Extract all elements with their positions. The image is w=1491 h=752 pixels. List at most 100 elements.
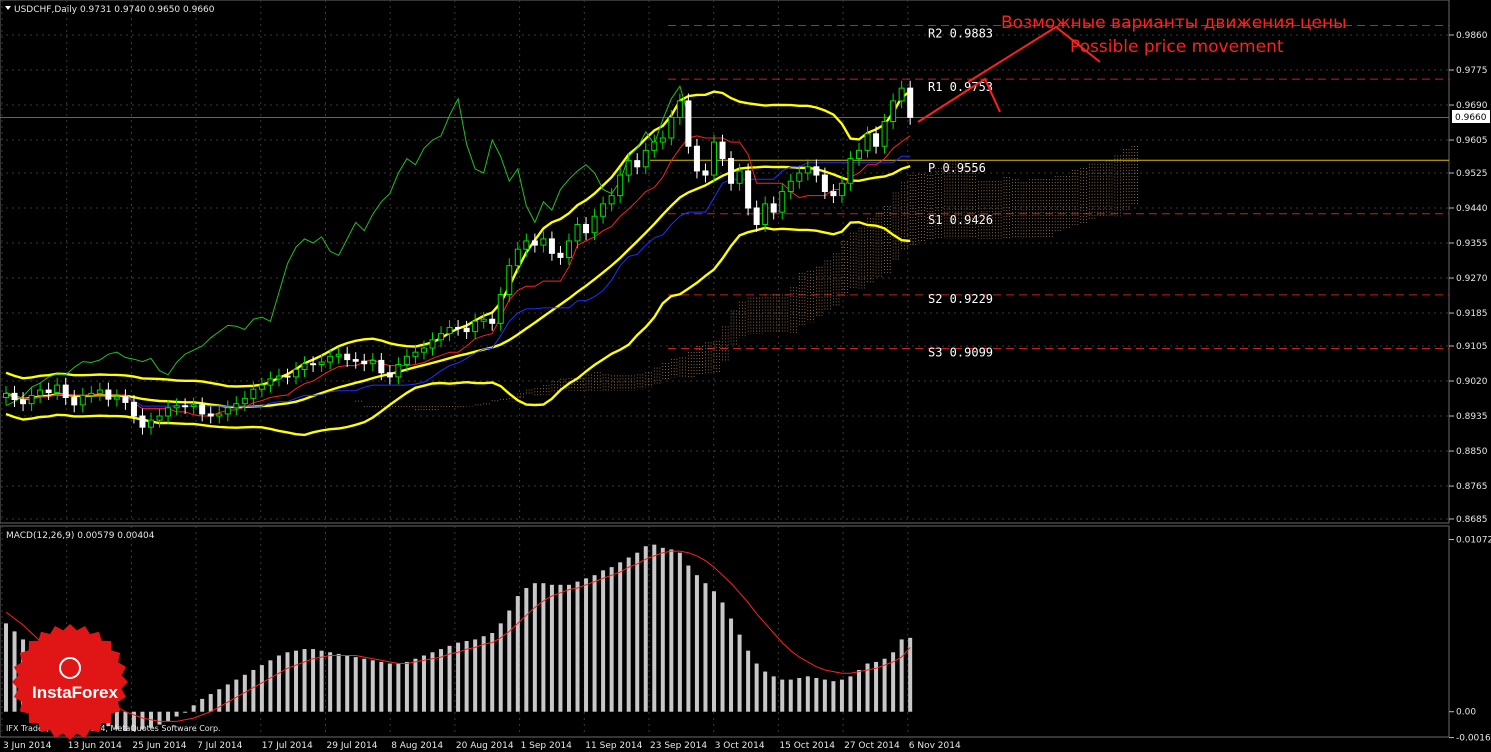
- candle-body: [156, 415, 163, 421]
- x-tick-label: 6 Nov 2014: [909, 741, 961, 751]
- candle-body: [79, 394, 86, 406]
- macd-bar: [677, 552, 682, 712]
- candle-body: [813, 166, 820, 176]
- candle-body: [318, 361, 325, 366]
- candle-body: [369, 359, 376, 365]
- macd-bar: [4, 623, 8, 712]
- candle-body: [352, 359, 359, 362]
- macd-bar: [839, 679, 844, 712]
- footer-copyright: IFX Trader, © 2001-2014, MetaQuotes Soft…: [6, 724, 221, 733]
- candle-body: [770, 203, 777, 213]
- candle-body: [267, 378, 274, 386]
- candle-body: [651, 141, 658, 151]
- candle-body: [62, 384, 69, 398]
- macd-bar: [584, 578, 589, 712]
- candle-body: [45, 389, 52, 394]
- macd-bar: [703, 583, 708, 712]
- candle-body: [762, 203, 769, 225]
- candle-body: [881, 121, 888, 147]
- macd-bar: [515, 596, 520, 712]
- candle-body: [787, 180, 794, 193]
- price-panel-frame: [0, 0, 1450, 524]
- candle-body: [412, 351, 419, 357]
- x-tick-label: 7 Jul 2014: [197, 741, 242, 751]
- macd-bar: [183, 711, 188, 713]
- y-tick-label: 0.9525: [1456, 169, 1488, 179]
- candle-body: [173, 405, 180, 409]
- macd-bar: [413, 658, 418, 712]
- pivot-label-p: P 0.9556: [928, 161, 986, 175]
- macd-bar: [814, 677, 819, 712]
- x-tick-label: 17 Jul 2014: [262, 741, 313, 751]
- candle-body: [489, 318, 496, 324]
- candle-body: [148, 419, 155, 428]
- y-tick-label: 0.9020: [1456, 377, 1488, 387]
- y-tick-label: 0.9355: [1456, 239, 1488, 249]
- macd-bar: [686, 565, 691, 712]
- macd-bar: [609, 567, 614, 712]
- pivot-label-r2: R2 0.9883: [928, 27, 993, 41]
- y-tick-label: 0.9690: [1456, 101, 1488, 111]
- y-axis-labels: 0.9860 0.9775 0.9690 0.9605 0.9525 0.9440 0.93…: [1449, 31, 1491, 744]
- candle-body: [804, 166, 811, 174]
- macd-bar: [575, 581, 580, 712]
- candle-body: [693, 145, 700, 172]
- macd-y-tick-label: 0.00: [1456, 708, 1476, 718]
- candle-body: [847, 158, 854, 184]
- macd-bar: [225, 684, 230, 712]
- candle-body: [130, 401, 137, 417]
- macd-bar: [336, 653, 341, 712]
- candle-body: [429, 339, 436, 349]
- candle-body: [403, 355, 410, 366]
- candle-body: [719, 141, 726, 160]
- y-tick-label: 0.8685: [1456, 515, 1488, 525]
- pivot-label-r1: R1 0.9753: [928, 80, 993, 94]
- candle-body: [386, 372, 393, 378]
- candle-body: [685, 100, 692, 147]
- candle-body: [105, 389, 112, 400]
- macd-bar: [294, 650, 299, 712]
- macd-bar: [430, 652, 435, 712]
- x-tick-label: 20 Aug 2014: [456, 741, 514, 751]
- macd-bar: [797, 677, 802, 712]
- macd-bar: [404, 661, 409, 712]
- macd-bar: [507, 610, 512, 712]
- macd-bar: [857, 669, 861, 712]
- candle-body: [838, 182, 845, 197]
- macd-bar: [549, 584, 554, 712]
- macd-bar: [490, 633, 495, 712]
- instaforex-logo: InstaForex: [12, 624, 128, 740]
- macd-bar: [711, 591, 716, 712]
- macd-bar: [558, 584, 563, 712]
- brand-name: InstaForex: [32, 683, 119, 702]
- macd-bar: [421, 655, 426, 712]
- y-tick-label: 0.9185: [1456, 309, 1488, 319]
- candle-body: [455, 326, 462, 329]
- candle-body: [199, 404, 206, 415]
- macd-bar: [481, 636, 486, 712]
- candle-body: [523, 240, 530, 250]
- pivot-label-s3: S3 0.9099: [928, 345, 993, 359]
- candle-body: [796, 172, 803, 182]
- candle-body: [378, 359, 385, 374]
- candle-body: [165, 407, 172, 417]
- macd-bar: [899, 639, 904, 712]
- candle-body: [463, 327, 470, 333]
- candle-body: [361, 360, 368, 365]
- macd-bar: [754, 663, 759, 712]
- candle-body: [531, 240, 538, 246]
- current-price-label: 0.9660: [1455, 113, 1487, 123]
- macd-bar: [746, 650, 751, 712]
- macd-bar: [234, 679, 239, 712]
- macd-bar: [601, 570, 606, 712]
- macd-bar: [174, 711, 179, 717]
- candle-body: [113, 396, 120, 400]
- candle-body: [207, 413, 214, 417]
- macd-bar: [524, 588, 529, 712]
- candle-body: [310, 363, 317, 366]
- candle-body: [506, 265, 513, 296]
- candle-body: [898, 87, 905, 102]
- y-tick-label: 0.8765: [1456, 482, 1488, 492]
- macd-bar: [379, 661, 384, 712]
- macd-bar: [166, 711, 171, 722]
